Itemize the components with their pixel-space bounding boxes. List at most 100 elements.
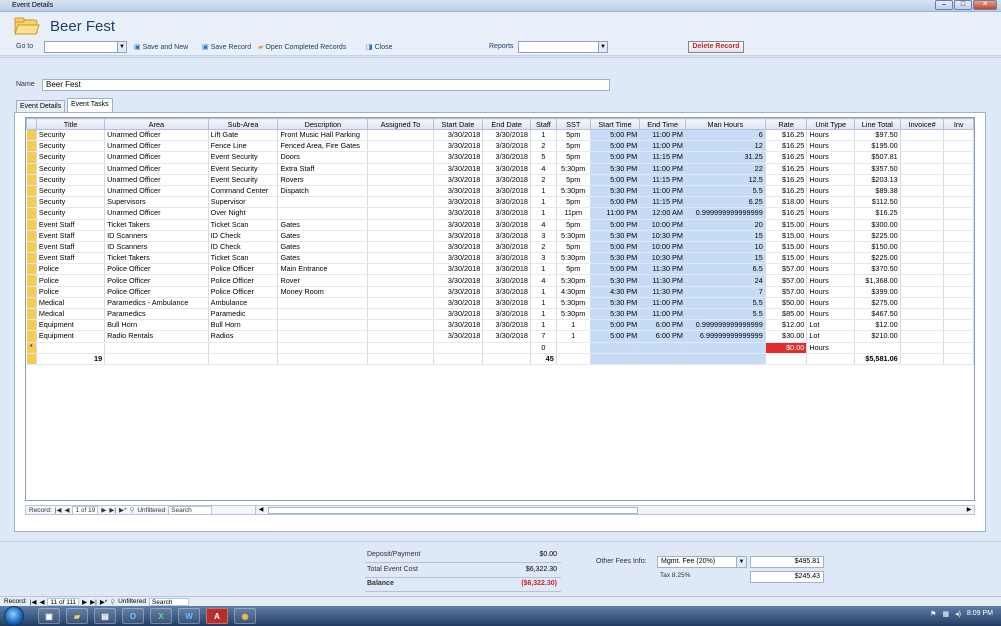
table-cell[interactable]: 5:00 PM: [590, 196, 641, 209]
table-cell[interactable]: [943, 151, 974, 164]
table-cell[interactable]: Equipment: [36, 319, 106, 332]
folder-icon[interactable]: ▰: [66, 608, 88, 624]
minimize-button[interactable]: –: [935, 0, 953, 10]
table-cell[interactable]: Over Night: [208, 207, 279, 220]
table-cell[interactable]: Security: [36, 129, 106, 142]
table-cell[interactable]: 6:00 PM: [639, 330, 686, 343]
maximize-button[interactable]: □: [954, 0, 972, 10]
table-cell[interactable]: [900, 297, 945, 310]
table-cell[interactable]: [367, 129, 434, 142]
table-cell[interactable]: [943, 174, 974, 186]
table-cell[interactable]: [367, 319, 434, 332]
table-row[interactable]: Police Police Officer Police Officer Main E…: [26, 263, 974, 276]
table-cell[interactable]: [854, 342, 901, 354]
column-header[interactable]: Invoice#: [899, 118, 945, 130]
goto-combo[interactable]: ▼: [44, 41, 127, 53]
table-cell[interactable]: Security: [36, 185, 106, 198]
table-cell[interactable]: $399.00: [854, 286, 901, 298]
row-selector[interactable]: [26, 174, 37, 186]
column-header[interactable]: Description: [277, 118, 369, 130]
row-selector[interactable]: [26, 319, 37, 332]
table-cell[interactable]: 3/30/2018: [433, 319, 484, 332]
table-row[interactable]: Event Staff Ticket Takers Ticket Scan Gates…: [26, 219, 974, 231]
table-cell[interactable]: Gates: [277, 230, 369, 242]
table-cell[interactable]: 11:00 PM: [639, 308, 686, 321]
prev-record-icon[interactable]: ◀: [39, 598, 44, 606]
table-cell[interactable]: 5.5: [685, 185, 766, 198]
table-cell[interactable]: [943, 308, 974, 321]
table-cell[interactable]: 5pm: [556, 151, 591, 164]
row-selector[interactable]: [26, 163, 37, 175]
table-cell[interactable]: 3/30/2018: [433, 230, 484, 242]
table-cell[interactable]: Supervisors: [104, 196, 209, 209]
table-cell[interactable]: 11:00 PM: [639, 185, 686, 198]
table-row[interactable]: Security Unarmed Officer Fence Line Fenced …: [26, 140, 974, 153]
table-cell[interactable]: [900, 241, 945, 254]
save-record-button[interactable]: ▣ Save Record: [202, 43, 251, 52]
table-cell[interactable]: Radio Rentals: [104, 330, 209, 343]
column-header[interactable]: Unit Type: [806, 118, 855, 130]
table-cell[interactable]: Dispatch: [277, 185, 369, 198]
table-cell[interactable]: Security: [36, 140, 106, 153]
table-cell[interactable]: $16.25: [854, 207, 901, 220]
table-cell[interactable]: Lift Gate: [208, 129, 279, 142]
table-cell[interactable]: 5:00 PM: [590, 151, 641, 164]
table-cell[interactable]: Event Staff: [36, 230, 106, 242]
table-cell[interactable]: 3/30/2018: [433, 174, 484, 186]
table-cell[interactable]: 3/30/2018: [482, 163, 531, 175]
table-cell[interactable]: 3/30/2018: [433, 129, 484, 142]
table-cell[interactable]: 3/30/2018: [482, 129, 531, 142]
row-selector[interactable]: [26, 219, 37, 231]
column-header[interactable]: Sub-Area: [207, 118, 279, 130]
table-cell[interactable]: Hours: [806, 286, 855, 298]
table-cell[interactable]: 10:00 PM: [639, 219, 686, 231]
table-cell[interactable]: 3/30/2018: [482, 230, 531, 242]
table-cell[interactable]: Unarmed Officer: [104, 185, 209, 198]
table-cell[interactable]: [639, 342, 686, 354]
table-cell[interactable]: [900, 140, 945, 153]
table-cell[interactable]: Doors: [277, 151, 369, 164]
table-cell[interactable]: 11:00 PM: [639, 297, 686, 310]
table-cell[interactable]: Event Staff: [36, 252, 106, 265]
table-cell[interactable]: [900, 286, 945, 298]
table-cell[interactable]: ID Scanners: [104, 241, 209, 254]
table-cell[interactable]: [900, 330, 945, 343]
table-cell[interactable]: Paramedics - Ambulance: [104, 297, 209, 310]
table-cell[interactable]: 2: [530, 140, 557, 153]
clock[interactable]: 8:09 PM: [967, 610, 993, 618]
scroll-right-icon[interactable]: ▶: [964, 506, 974, 514]
table-cell[interactable]: Main Entrance: [277, 263, 369, 276]
table-cell[interactable]: $300.00: [854, 219, 901, 231]
table-cell[interactable]: $85.00: [765, 308, 808, 321]
table-cell[interactable]: $1,368.00: [854, 274, 901, 287]
table-cell[interactable]: [367, 308, 434, 321]
table-cell[interactable]: Equipment: [36, 330, 106, 343]
table-cell[interactable]: ID Scanners: [104, 230, 209, 242]
table-row[interactable]: Event Staff ID Scanners ID Check Gates 3/30/…: [26, 241, 974, 254]
table-cell[interactable]: Police Officer: [104, 286, 209, 298]
delete-record-button[interactable]: Delete Record: [688, 41, 744, 53]
scroll-left-icon[interactable]: ◀: [256, 506, 266, 514]
table-cell[interactable]: 1: [530, 129, 557, 142]
prev-record-icon[interactable]: ◀: [64, 506, 69, 514]
table-cell[interactable]: [943, 129, 974, 142]
new-row-marker[interactable]: *: [26, 342, 37, 354]
table-cell[interactable]: [367, 140, 434, 153]
column-header[interactable]: Area: [104, 118, 209, 130]
table-cell[interactable]: 3/30/2018: [433, 286, 484, 298]
table-cell[interactable]: Hours: [806, 308, 855, 321]
table-cell[interactable]: Hours: [806, 241, 855, 254]
column-header[interactable]: Inv: [943, 118, 974, 130]
table-cell[interactable]: 6.5: [685, 263, 766, 276]
table-cell[interactable]: Security: [36, 207, 106, 220]
table-cell[interactable]: $210.00: [854, 330, 901, 343]
table-cell[interactable]: [943, 297, 974, 310]
table-cell[interactable]: Hours: [806, 274, 855, 287]
table-cell[interactable]: 3/30/2018: [482, 241, 531, 254]
table-cell[interactable]: Ambulance: [208, 297, 279, 310]
table-cell[interactable]: 3/30/2018: [433, 330, 484, 343]
table-cell[interactable]: $16.25: [765, 163, 808, 175]
table-row[interactable]: Medical Paramedics Paramedic 3/30/2018 3/30/…: [26, 308, 974, 321]
table-cell[interactable]: 3/30/2018: [482, 297, 531, 310]
table-cell[interactable]: $15.00: [765, 241, 808, 254]
